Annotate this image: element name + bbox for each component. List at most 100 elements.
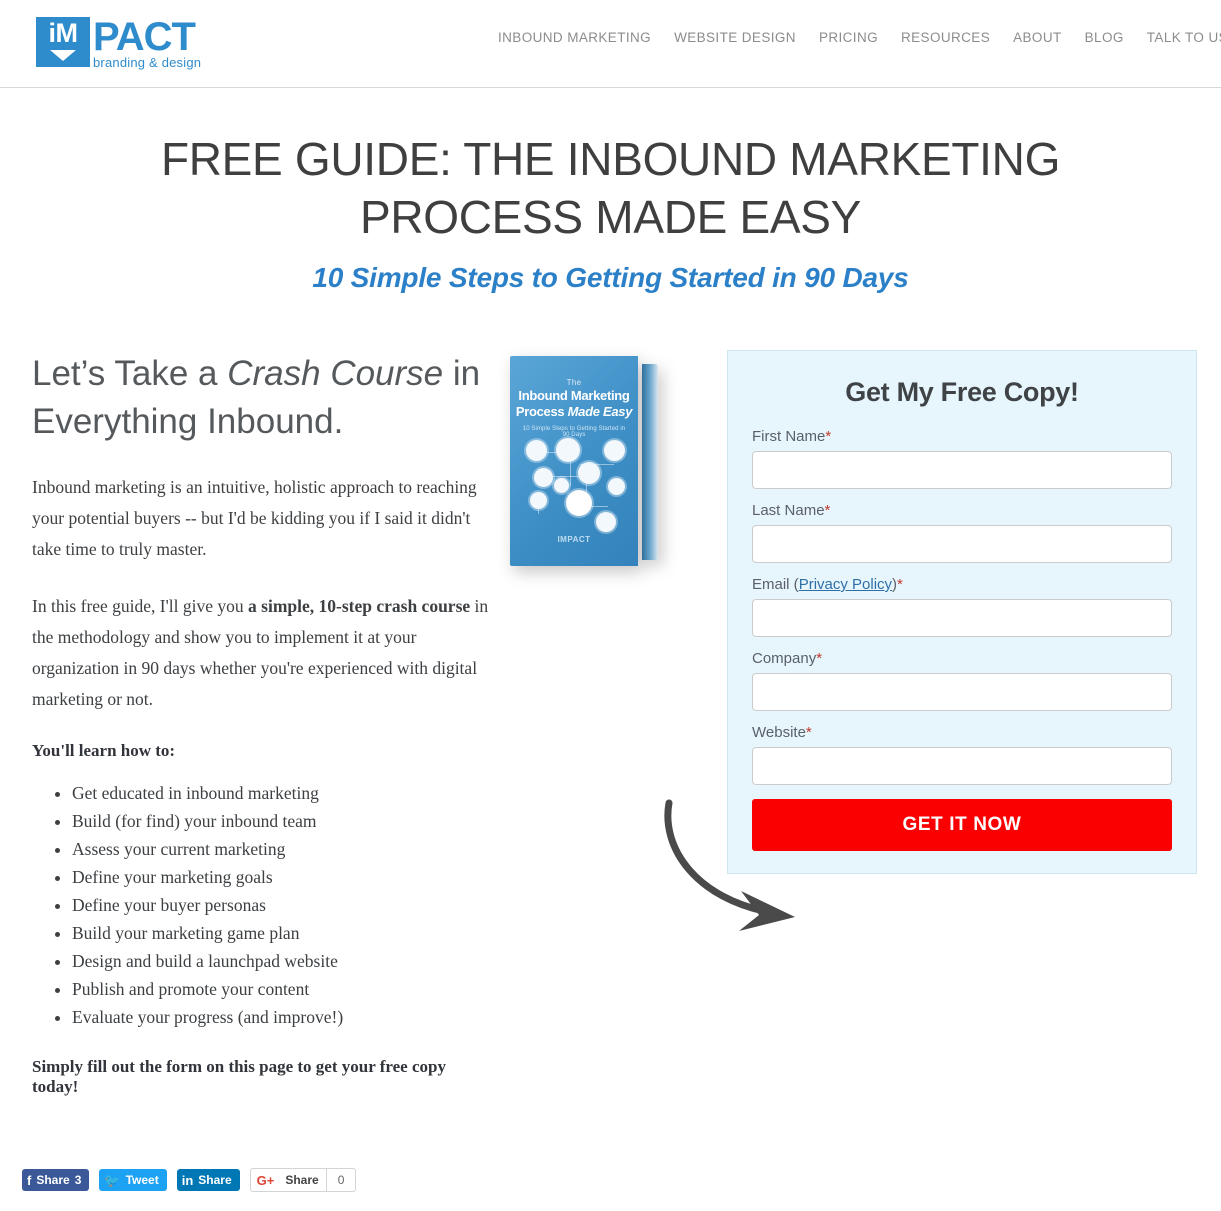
list-item: Define your buyer personas <box>72 891 492 919</box>
website-label-text: Website <box>752 724 806 741</box>
ebook-title-line1: Inbound Marketing <box>518 388 630 403</box>
get-it-now-button[interactable]: GET IT NOW <box>752 799 1172 851</box>
ebook-icon-node <box>526 440 547 461</box>
lead-capture-form: Get My Free Copy! First Name* Last Name*… <box>727 350 1197 874</box>
linkedin-icon: in <box>181 1172 194 1188</box>
googleplus-share-button[interactable]: G+ Share 0 <box>249 1168 357 1192</box>
ebook-title-line2: Process Made Easy <box>510 404 638 419</box>
guide-paragraph-part-1: In this free guide, I'll give you <box>32 596 249 616</box>
linkedin-share-label: Share <box>198 1173 232 1187</box>
ebook-brand-logo: IMPACT <box>557 535 591 544</box>
email-label: Email (Privacy Policy)* <box>752 576 1172 593</box>
closing-line: Simply fill out the form on this page to… <box>32 1057 446 1096</box>
nav-item-website-design[interactable]: WEBSITE DESIGN <box>674 30 796 45</box>
social-share-row: f Share 3 🐦 Tweet in Share G+ Share 0 <box>22 1168 357 1192</box>
facebook-share-count: 3 <box>74 1173 82 1187</box>
learn-list-lead: You'll learn how to: <box>32 741 176 760</box>
ebook-icon-node <box>604 440 625 461</box>
hero-section: FREE GUIDE: THE INBOUND MARKETING PROCES… <box>0 88 1221 294</box>
facebook-share-label: Share <box>36 1173 70 1187</box>
required-asterisk: * <box>824 502 831 519</box>
ebook-icon-node <box>530 492 547 509</box>
last-name-input[interactable] <box>752 525 1172 563</box>
ebook-title-line2-pre: Process <box>515 404 568 419</box>
list-item: Build (for find) your inbound team <box>72 807 492 835</box>
ebook-cover-image: The Inbound Marketing Process Made Easy … <box>510 356 658 566</box>
main-content: Let’s Take a Crash Course in Everything … <box>0 350 1221 1097</box>
left-column-heading: Let’s Take a Crash Course in Everything … <box>32 350 492 446</box>
site-logo[interactable]: iM PACT branding & design <box>36 17 201 70</box>
ebook-lightbulb-node <box>566 490 592 516</box>
email-label-paren-open: ( <box>789 576 799 593</box>
nav-item-blog[interactable]: BLOG <box>1085 30 1124 45</box>
heading-emphasis: Crash Course <box>227 354 444 393</box>
linkedin-share-button[interactable]: in Share <box>176 1169 240 1191</box>
first-name-label-text: First Name <box>752 428 826 445</box>
guide-paragraph: In this free guide, I'll give you a simp… <box>32 591 492 715</box>
list-item: Evaluate your progress (and improve!) <box>72 1003 492 1031</box>
intro-paragraph: Inbound marketing is an intuitive, holis… <box>32 477 477 559</box>
field-company: Company* <box>752 650 1172 711</box>
email-label-text: Email <box>752 576 790 593</box>
site-header: iM PACT branding & design INBOUND MARKET… <box>0 0 1221 88</box>
list-item: Publish and promote your content <box>72 975 492 1003</box>
required-asterisk: * <box>805 724 812 741</box>
impact-logo-mark: iM <box>36 17 90 67</box>
field-website: Website* <box>752 724 1172 785</box>
required-asterisk: * <box>897 576 903 593</box>
company-label-text: Company <box>752 650 817 667</box>
required-asterisk: * <box>816 650 823 667</box>
twitter-tweet-label: Tweet <box>125 1173 159 1187</box>
nav-item-resources[interactable]: RESOURCES <box>901 30 990 45</box>
ebook-icon-node <box>556 438 580 462</box>
twitter-tweet-button[interactable]: 🐦 Tweet <box>99 1169 167 1191</box>
required-asterisk: * <box>825 428 832 445</box>
ebook-icon-node <box>534 468 553 487</box>
list-item: Assess your current marketing <box>72 835 492 863</box>
twitter-icon: 🐦 <box>104 1172 121 1188</box>
first-name-label: First Name* <box>752 428 1172 445</box>
chevron-down-icon <box>50 50 76 61</box>
ebook-eyebrow: The <box>566 378 582 387</box>
nav-item-inbound-marketing[interactable]: INBOUND MARKETING <box>498 30 651 45</box>
last-name-label-text: Last Name <box>752 502 825 519</box>
logo-wordmark: PACT branding & design <box>93 17 201 70</box>
googleplus-icon: G+ <box>256 1172 275 1188</box>
list-item: Define your marketing goals <box>72 863 492 891</box>
ebook-column: The Inbound Marketing Process Made Easy … <box>502 350 727 566</box>
guide-paragraph-bold: a simple, 10-step crash course <box>248 596 471 616</box>
field-first-name: First Name* <box>752 428 1172 489</box>
facebook-share-button[interactable]: f Share 3 <box>22 1169 90 1191</box>
ebook-icon-node <box>578 462 600 484</box>
privacy-policy-link[interactable]: Privacy Policy <box>799 576 892 593</box>
company-input[interactable] <box>752 673 1172 711</box>
ebook-spine <box>642 364 658 560</box>
left-column: Let’s Take a Crash Course in Everything … <box>32 350 502 1097</box>
list-item: Get educated in inbound marketing <box>72 779 492 807</box>
learn-list: Get educated in inbound marketing Build … <box>32 779 492 1031</box>
list-item: Design and build a launchpad website <box>72 947 492 975</box>
ebook-icon-node <box>554 478 569 493</box>
googleplus-share-label: Share <box>285 1173 319 1187</box>
logo-tagline: branding & design <box>93 55 202 70</box>
nav-item-talk-to-us[interactable]: TALK TO US <box>1147 30 1221 45</box>
email-input[interactable] <box>752 599 1172 637</box>
nav-item-about[interactable]: ABOUT <box>1013 30 1062 45</box>
first-name-input[interactable] <box>752 451 1172 489</box>
ebook-title-line2-em: Made Easy <box>567 404 633 419</box>
last-name-label: Last Name* <box>752 502 1172 519</box>
googleplus-share-count: 0 <box>325 1169 356 1191</box>
field-email: Email (Privacy Policy)* <box>752 576 1172 637</box>
website-input[interactable] <box>752 747 1172 785</box>
nav-item-pricing[interactable]: PRICING <box>819 30 878 45</box>
page-subtitle: 10 Simple Steps to Getting Started in 90… <box>312 262 909 293</box>
ebook-front-cover: The Inbound Marketing Process Made Easy … <box>510 356 638 566</box>
website-label: Website* <box>752 724 1172 741</box>
heading-part-1: Let’s Take a <box>32 354 228 393</box>
form-title: Get My Free Copy! <box>845 377 1079 407</box>
main-navigation: INBOUND MARKETING WEBSITE DESIGN PRICING… <box>498 30 1221 45</box>
ebook-icon-node <box>596 512 616 532</box>
field-last-name: Last Name* <box>752 502 1172 563</box>
logo-im-text: iM <box>48 18 79 48</box>
company-label: Company* <box>752 650 1172 667</box>
